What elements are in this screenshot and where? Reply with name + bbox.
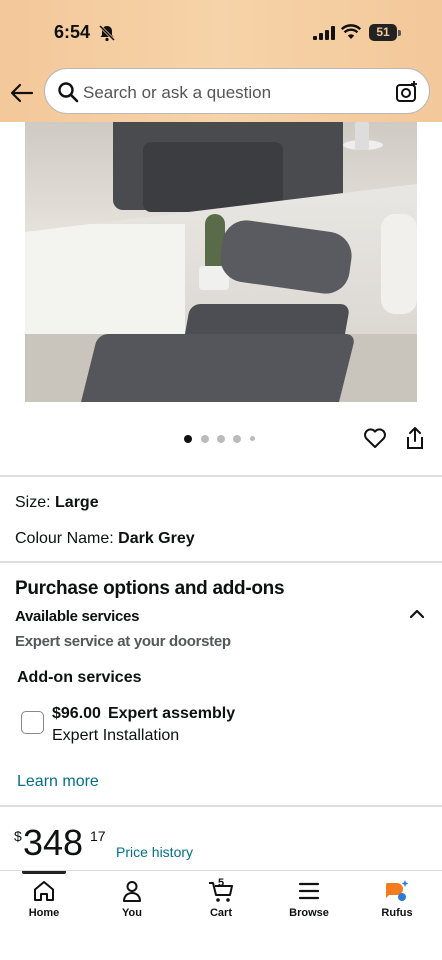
cellular-signal-icon: [313, 26, 335, 40]
price-whole: 348: [23, 822, 84, 863]
person-icon: [123, 881, 141, 902]
menu-icon: [298, 882, 320, 900]
colour-value: Dark Grey: [118, 530, 195, 547]
search-input[interactable]: Search or ask a question: [44, 68, 430, 114]
camera-search-icon[interactable]: [395, 80, 419, 104]
bottom-nav: Home You 5 Cart Browse Rufus: [0, 870, 442, 960]
carousel-dot[interactable]: [184, 435, 192, 443]
colour-attribute: Colour Name: Dark Grey: [15, 530, 195, 548]
expert-assembly-option[interactable]: $96.00 Expert assembly: [52, 705, 242, 723]
wifi-icon: [341, 24, 361, 39]
nav-label: Browse: [289, 907, 329, 919]
search-placeholder: Search or ask a question: [83, 83, 272, 102]
share-icon[interactable]: [405, 426, 425, 450]
option-name: Expert assembly: [107, 705, 236, 722]
size-attribute: Size: Large: [15, 494, 99, 512]
option-price: $96.00: [52, 705, 101, 722]
heart-icon[interactable]: [363, 427, 387, 449]
search-icon: [58, 82, 79, 103]
home-icon: [34, 881, 54, 901]
expert-assembly-checkbox[interactable]: [21, 711, 44, 734]
carousel-dot[interactable]: [233, 435, 241, 443]
size-value: Large: [55, 494, 99, 511]
chevron-up-icon[interactable]: [408, 606, 426, 620]
carousel-dot[interactable]: [217, 435, 225, 443]
nav-cart[interactable]: 5 Cart: [181, 877, 261, 929]
divider: [0, 475, 442, 477]
learn-more-link[interactable]: Learn more: [17, 773, 99, 791]
product-image[interactable]: [25, 122, 417, 402]
rufus-icon: [385, 880, 409, 901]
nav-rufus[interactable]: Rufus: [357, 879, 437, 929]
cart-count: 5: [218, 877, 225, 889]
carousel-dot[interactable]: [201, 435, 209, 443]
nav-label: Rufus: [381, 907, 413, 919]
expert-service-subtitle: Expert service at your doorstep: [15, 633, 231, 650]
size-label: Size:: [15, 494, 51, 511]
option-subtitle: Expert Installation: [52, 727, 180, 744]
status-bar: 6:54 51: [0, 18, 442, 48]
nav-browse[interactable]: Browse: [269, 879, 349, 929]
purchase-options-title: Purchase options and add-ons: [15, 578, 285, 599]
active-tab-indicator: [22, 871, 66, 874]
available-services-heading[interactable]: Available services: [15, 608, 139, 625]
back-arrow-icon[interactable]: [10, 82, 34, 104]
nav-home[interactable]: Home: [4, 879, 84, 929]
nav-you[interactable]: You: [92, 879, 172, 929]
price-fraction: 17: [90, 828, 106, 844]
battery-level: 51: [369, 24, 397, 41]
nav-label: You: [122, 907, 142, 919]
colour-label: Colour Name:: [15, 530, 114, 547]
battery-icon: 51: [369, 24, 401, 41]
divider: [0, 561, 442, 563]
carousel-dot[interactable]: [250, 436, 255, 441]
nav-label: Cart: [209, 907, 232, 919]
app-header: 6:54 51 Search or ask a question: [0, 0, 442, 122]
silent-bell-icon: [98, 24, 116, 42]
addon-services-heading: Add-on services: [17, 669, 142, 686]
divider: [0, 805, 442, 807]
price-history-link[interactable]: Price history: [116, 844, 193, 860]
nav-label: Home: [28, 907, 60, 919]
price-currency: $: [14, 828, 22, 844]
status-time: 6:54: [54, 22, 91, 42]
